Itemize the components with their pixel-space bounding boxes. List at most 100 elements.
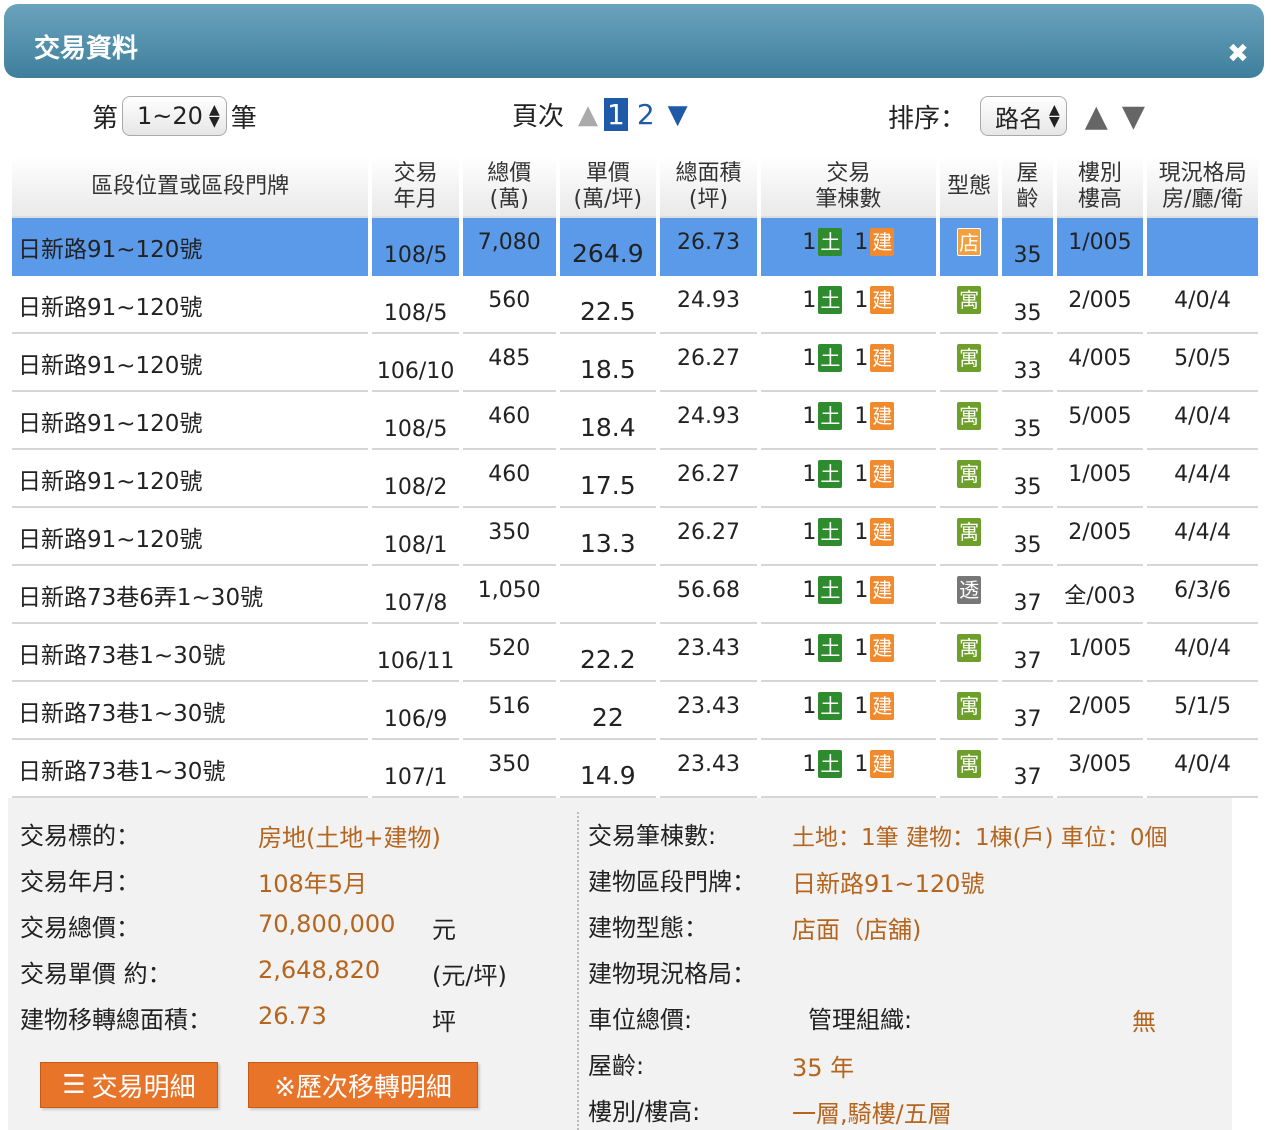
type-badge-icon: 寓 xyxy=(957,402,982,430)
sort-label: 排序： xyxy=(888,103,967,134)
header-unit-price[interactable]: 單價 (萬/坪) xyxy=(559,156,657,218)
count-group: 1土1建 xyxy=(802,460,895,488)
table-row[interactable]: 日新路91~120號 108/5 7,080 264.9 26.73 1 土 1 建店 35 1/0… xyxy=(12,218,1258,276)
cell-layout: 6/3/6 xyxy=(1147,566,1258,624)
cell-floor: 2/005 xyxy=(1056,276,1144,334)
cell-floor: 5/005 xyxy=(1056,392,1144,450)
cell-date: 108/5 xyxy=(372,218,459,276)
cell-unit-price xyxy=(559,566,657,624)
cell-total-price: 520 xyxy=(462,624,556,682)
date-label: 交易年月： xyxy=(20,868,140,896)
total-price-value: 70,800,000 xyxy=(258,910,396,938)
cell-area: 24.93 xyxy=(660,392,757,450)
range-select[interactable]: 1~20 ▲ ▼ xyxy=(122,96,227,136)
cell-total-price: 485 xyxy=(462,334,556,392)
table-row[interactable]: 日新路91~120號 108/2 460 17.5 26.27 1 土 1 建寓 35 1/005 4… xyxy=(12,450,1258,508)
page-link-2[interactable]: 2 xyxy=(634,98,658,131)
building-count: 1 xyxy=(854,403,869,429)
cell-age: 37 xyxy=(1002,740,1053,798)
cell-type: 寓 xyxy=(939,624,999,682)
table-row[interactable]: 日新路91~120號 108/5 460 18.4 24.93 1 土 1 建寓 35 5/005 4… xyxy=(12,392,1258,450)
table-row[interactable]: 日新路73巷1~30號 106/11 520 22.2 23.43 1 土 1 建寓 37 1/00… xyxy=(12,624,1258,682)
cell-address: 日新路73巷1~30號 xyxy=(12,740,369,798)
cell-unit-price: 22.5 xyxy=(559,276,657,334)
table-row[interactable]: 日新路91~120號 108/5 560 22.5 24.93 1 土 1 建寓 35 2/005 4… xyxy=(12,276,1258,334)
land-badge-icon: 土 xyxy=(818,286,843,314)
building-layout-label: 建物現況格局： xyxy=(588,960,756,988)
cell-layout: 5/1/5 xyxy=(1147,682,1258,740)
prev-page-icon[interactable]: ▲ xyxy=(578,100,598,130)
page-label: 頁次 xyxy=(512,102,565,132)
count-group: 1土1建 xyxy=(802,518,895,546)
unit-price-unit: (元/坪) xyxy=(432,962,507,990)
cell-floor: 2/005 xyxy=(1056,508,1144,566)
cell-address: 日新路73巷1~30號 xyxy=(12,624,369,682)
land-count: 1 xyxy=(802,229,817,255)
count-value: 土地：1筆 建物：1棟(戶) 車位：0個 xyxy=(792,825,1168,851)
cell-layout: 4/0/4 xyxy=(1147,276,1258,334)
table-row[interactable]: 日新路91~120號 108/1 350 13.3 26.27 1 土 1 建寓 35 2/005 4… xyxy=(12,508,1258,566)
cell-unit-price: 264.9 xyxy=(559,218,657,276)
cell-layout: 4/0/4 xyxy=(1147,740,1258,798)
building-type-label: 建物型態： xyxy=(588,914,708,942)
cell-count: 1土1建 xyxy=(760,392,936,450)
cell-age: 37 xyxy=(1002,566,1053,624)
range-suffix: 筆 xyxy=(230,103,257,134)
type-badge-icon: 寓 xyxy=(957,692,982,720)
header-floor[interactable]: 樓別 樓高 xyxy=(1056,156,1144,218)
header-total-price[interactable]: 總價 (萬) xyxy=(462,156,556,218)
land-count: 1 xyxy=(802,751,817,777)
cell-area: 24.93 xyxy=(660,276,757,334)
count-group: 1土1建 xyxy=(802,576,895,604)
table-row[interactable]: 日新路73巷1~30號 106/9 516 22 23.43 1 土 1 建寓 37 2/005 5/… xyxy=(12,682,1258,740)
cell-type: 寓 xyxy=(939,450,999,508)
next-page-icon[interactable]: ▼ xyxy=(668,100,688,130)
land-badge-icon: 土 xyxy=(818,576,843,604)
cell-total-price: 350 xyxy=(462,508,556,566)
header-date[interactable]: 交易 年月 xyxy=(372,156,459,218)
sort-descending-icon[interactable]: ▼ xyxy=(1122,99,1145,134)
close-icon[interactable]: ✖ xyxy=(1226,41,1250,67)
land-count: 1 xyxy=(802,577,817,603)
cell-address: 日新路91~120號 xyxy=(12,508,369,566)
type-badge-icon: 店 xyxy=(957,228,982,256)
header-layout[interactable]: 現況格局 房/廳/衛 xyxy=(1147,156,1258,218)
cell-age: 35 xyxy=(1002,508,1053,566)
cell-total-price: 350 xyxy=(462,740,556,798)
header-type[interactable]: 型態 xyxy=(939,156,999,218)
cell-address: 日新路91~120號 xyxy=(12,218,369,276)
cell-type: 寓 xyxy=(939,682,999,740)
header-area[interactable]: 總面積 (坪) xyxy=(660,156,757,218)
sort-select-value: 路名 xyxy=(995,104,1044,133)
transfer-history-button[interactable]: ※歷次移轉明細 xyxy=(248,1062,478,1108)
range-prefix: 第 xyxy=(92,103,119,134)
cell-area: 23.43 xyxy=(660,740,757,798)
table-row[interactable]: 日新路73巷6弄1~30號 107/8 1,050 56.68 1 土 1 建透 37 全/003… xyxy=(12,566,1258,624)
management-value: 無 xyxy=(1132,1008,1156,1036)
cell-age: 37 xyxy=(1002,682,1053,740)
sort-ascending-icon[interactable]: ▲ xyxy=(1085,99,1108,134)
cell-age: 35 xyxy=(1002,276,1053,334)
controls-bar: 第 1~20 ▲ ▼ 筆 頁次 ▲ 1 2 ▼ 排序： 路名 ▲ ▼ ▲ ▼ xyxy=(0,92,1271,142)
cell-age: 35 xyxy=(1002,392,1053,450)
range-select-value: 1~20 xyxy=(137,102,203,130)
table-header-row: 區段位置或區段門牌 交易 年月 總價 (萬) 單價 (萬/坪) 總面積 (坪) 交易 筆棟… xyxy=(12,156,1258,218)
cell-type: 寓 xyxy=(939,334,999,392)
area-value: 26.73 xyxy=(258,1002,327,1030)
header-count[interactable]: 交易 筆棟數 xyxy=(760,156,936,218)
page-link-1[interactable]: 1 xyxy=(604,98,628,131)
cell-unit-price: 14.9 xyxy=(559,740,657,798)
sort-select[interactable]: 路名 ▲ ▼ xyxy=(980,96,1067,136)
table-row[interactable]: 日新路73巷1~30號 107/1 350 14.9 23.43 1 土 1 建寓 37 3/005… xyxy=(12,740,1258,798)
land-badge-icon: 土 xyxy=(818,228,843,256)
count-group: 1土1建 xyxy=(802,634,895,662)
transaction-detail-button[interactable]: ☰ 交易明細 xyxy=(40,1062,218,1108)
header-age[interactable]: 屋 齡 xyxy=(1002,156,1053,218)
cell-type: 透 xyxy=(939,566,999,624)
cell-area: 23.43 xyxy=(660,624,757,682)
header-address[interactable]: 區段位置或區段門牌 xyxy=(12,156,369,218)
list-icon: ☰ xyxy=(62,1070,86,1100)
land-badge-icon: 土 xyxy=(818,750,843,778)
table-row[interactable]: 日新路91~120號 106/10 485 18.5 26.27 1 土 1 建寓 33 4/005… xyxy=(12,334,1258,392)
cell-layout: 4/0/4 xyxy=(1147,392,1258,450)
